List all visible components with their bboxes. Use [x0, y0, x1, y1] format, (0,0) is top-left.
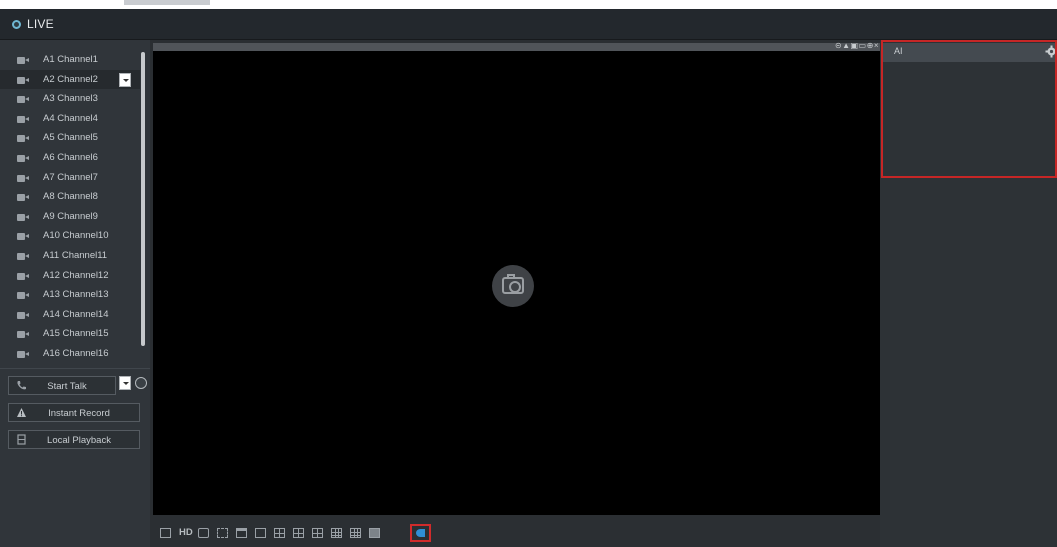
channel-label: A12 Channel12: [43, 269, 109, 281]
start-talk-label: Start Talk: [47, 381, 87, 392]
fisheye-icon[interactable]: [198, 528, 209, 538]
left-panel: A1 Channel1 A2 Channel2 A3 Channel3 A4 Chan…: [0, 40, 150, 547]
fullscreen-icon[interactable]: [217, 528, 228, 538]
channel-label: A6 Channel6: [43, 152, 98, 163]
channel-item[interactable]: A9 Channel9: [0, 207, 140, 227]
channel-item[interactable]: A12 Channel12: [0, 266, 140, 286]
instant-record-button[interactable]: Instant Record: [8, 403, 140, 422]
channel-item[interactable]: A15 Channel15: [0, 324, 140, 344]
channel-label: A2 Channel2: [43, 73, 98, 85]
browser-strip: [0, 0, 1057, 9]
channel-label: A13 Channel13: [43, 289, 109, 301]
ai-split-button[interactable]: [410, 524, 431, 542]
video-window-header: ⊝▲▣▭⊕×: [153, 41, 881, 51]
split-16-icon[interactable]: [369, 528, 380, 538]
channel-label: A5 Channel5: [43, 132, 98, 144]
video-window[interactable]: [153, 51, 881, 515]
video-camera-icon: [17, 331, 30, 339]
split-8-icon[interactable]: [312, 528, 323, 538]
video-camera-icon: [17, 76, 30, 84]
video-camera-icon: [17, 253, 30, 260]
local-playback-button[interactable]: Local Playback: [8, 430, 140, 449]
split-4-icon[interactable]: [274, 528, 285, 538]
instant-record-label: Instant Record: [48, 408, 110, 419]
channel-item[interactable]: A11 Channel11: [0, 246, 140, 266]
video-camera-icon: [17, 57, 30, 64]
channel-label: A7 Channel7: [43, 171, 98, 183]
channel-label: A16 Channel16: [43, 348, 109, 359]
start-talk-button[interactable]: Start Talk: [8, 376, 116, 395]
talk-status-toggle[interactable]: [135, 377, 147, 389]
channel-label: A14 Channel14: [43, 308, 109, 320]
channel-list-scrollbar[interactable]: [141, 52, 145, 346]
ai-panel-highlight: [881, 40, 1057, 178]
video-camera-icon: [17, 233, 30, 241]
channel-item[interactable]: A14 Channel14: [0, 305, 140, 325]
channel-item[interactable]: A8 Channel8: [0, 187, 140, 207]
ai-split-icon: [416, 529, 425, 537]
channel-label: A10 Channel10: [43, 230, 109, 242]
split-6-icon[interactable]: [293, 528, 304, 538]
split-1x1-icon[interactable]: [255, 528, 266, 538]
talk-dropdown-button[interactable]: [119, 376, 131, 390]
channel-item[interactable]: A4 Channel4: [0, 109, 140, 129]
video-camera-icon: [17, 155, 30, 162]
channel-item[interactable]: A5 Channel5: [0, 128, 140, 148]
hd-icon[interactable]: HD: [179, 527, 195, 538]
video-camera-icon: [17, 174, 30, 182]
channel-label: A4 Channel4: [43, 112, 98, 124]
channel-item[interactable]: A6 Channel6: [0, 148, 140, 168]
bottom-toolbar: HD: [150, 515, 881, 547]
video-camera-icon: [17, 115, 30, 123]
top-bar: LIVE: [0, 9, 1057, 40]
channel-item[interactable]: A7 Channel7: [0, 168, 140, 188]
channel-list: A1 Channel1 A2 Channel2 A3 Channel3 A4 Chan…: [0, 50, 150, 368]
channel-item[interactable]: A1 Channel1: [0, 50, 140, 70]
video-camera-icon: [17, 292, 30, 300]
browser-tab[interactable]: [124, 0, 210, 5]
video-camera-icon: [17, 135, 30, 143]
channel-label: A8 Channel8: [43, 191, 98, 203]
channel-item[interactable]: A13 Channel13: [0, 285, 140, 305]
channel-item[interactable]: A16 Channel16: [0, 344, 140, 364]
video-camera-icon: [17, 311, 30, 319]
channel-label: A9 Channel9: [43, 210, 98, 222]
video-camera-icon: [17, 272, 30, 280]
video-window-tools[interactable]: ⊝▲▣▭⊕×: [835, 41, 879, 50]
channel-label: A3 Channel3: [43, 93, 98, 105]
video-camera-icon: [17, 213, 30, 221]
split-9-icon[interactable]: [331, 528, 342, 538]
video-camera-icon: [17, 351, 30, 358]
channel-label: A15 Channel15: [43, 328, 109, 340]
channel-item[interactable]: A2 Channel2: [0, 69, 140, 90]
split-13-icon[interactable]: [350, 528, 361, 538]
channel-item[interactable]: A10 Channel10: [0, 226, 140, 246]
channel-stream-dropdown[interactable]: [119, 72, 131, 87]
camera-placeholder-icon: [492, 265, 534, 307]
stream-icon[interactable]: [160, 528, 171, 538]
channel-label: A11 Channel11: [43, 250, 108, 261]
channel-item[interactable]: A3 Channel3: [0, 89, 140, 109]
local-playback-label: Local Playback: [47, 435, 111, 446]
page-title: LIVE: [27, 17, 54, 31]
video-camera-icon: [17, 194, 30, 202]
live-status-icon: [12, 20, 21, 29]
split-1-icon[interactable]: [236, 528, 247, 538]
video-camera-icon: [17, 96, 30, 104]
channel-label: A1 Channel1: [43, 54, 98, 65]
divider: [0, 368, 150, 369]
